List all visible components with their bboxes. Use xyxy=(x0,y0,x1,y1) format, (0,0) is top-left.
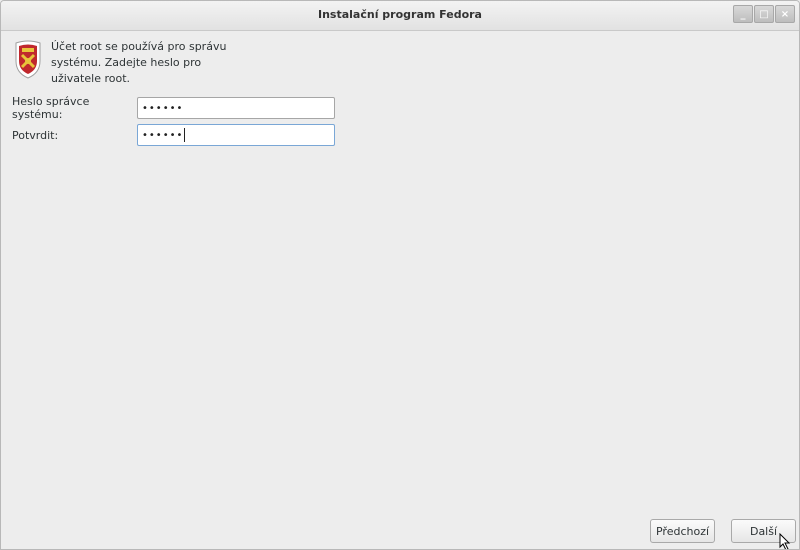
text-caret xyxy=(184,128,186,142)
intro-text: Účet root se používá pro správu systému.… xyxy=(51,40,227,85)
password-input[interactable]: •••••• xyxy=(137,97,335,119)
title-bar[interactable]: Instalační program Fedora _ □ × xyxy=(1,1,799,31)
mouse-pointer-icon xyxy=(779,533,791,549)
confirm-password-input[interactable]: •••••• xyxy=(137,124,335,146)
back-button[interactable]: Předchozí xyxy=(650,519,715,543)
password-label: Heslo správce systému: xyxy=(12,95,90,121)
window-title: Instalační program Fedora xyxy=(318,8,482,21)
minimize-button[interactable]: _ xyxy=(733,5,753,23)
password-row: Heslo správce systému: •••••• xyxy=(12,95,335,121)
window-controls: _ □ × xyxy=(732,5,795,23)
close-button[interactable]: × xyxy=(775,5,795,23)
maximize-button[interactable]: □ xyxy=(754,5,774,23)
maximize-icon: □ xyxy=(759,8,769,20)
installer-window: Instalační program Fedora _ □ × Účet roo… xyxy=(0,0,800,550)
password-mask: •••••• xyxy=(142,102,184,114)
confirm-row: Potvrdit: •••••• xyxy=(12,124,335,146)
root-shield-icon xyxy=(15,40,41,79)
minimize-icon: _ xyxy=(740,8,746,20)
close-icon: × xyxy=(780,8,790,20)
confirm-password-mask: •••••• xyxy=(142,129,184,141)
intro-section: Účet root se používá pro správu systému.… xyxy=(13,39,251,87)
confirm-label: Potvrdit: xyxy=(12,128,59,142)
